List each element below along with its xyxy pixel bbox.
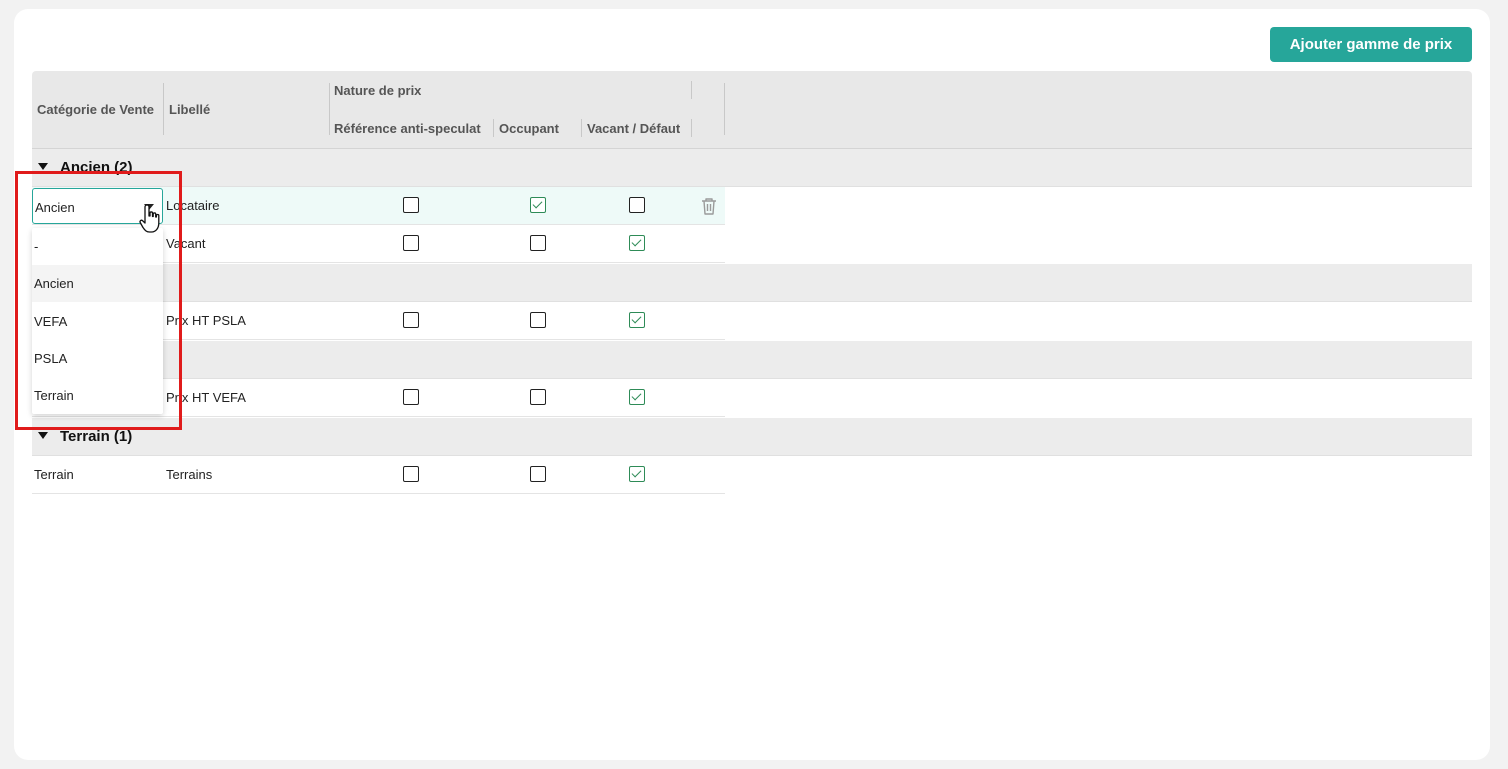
occupant-checkbox[interactable] bbox=[530, 466, 546, 482]
group-label: Ancien (2) bbox=[60, 159, 133, 176]
group-row-terrain[interactable]: Terrain (1) bbox=[32, 418, 1472, 456]
vacant-checkbox[interactable] bbox=[629, 312, 645, 328]
column-divider bbox=[329, 83, 330, 135]
table-row[interactable]: Terrain Terrains bbox=[32, 456, 725, 494]
add-price-range-button[interactable]: Ajouter gamme de prix bbox=[1270, 27, 1472, 62]
dropdown-option[interactable]: Terrain bbox=[32, 377, 163, 414]
occupant-checkbox[interactable] bbox=[530, 312, 546, 328]
categorie-dropdown-list: - Ancien VEFA PSLA Terrain bbox=[32, 228, 163, 414]
group-row-psla[interactable] bbox=[32, 264, 1472, 302]
libelle-cell: Prix HT PSLA bbox=[166, 313, 246, 328]
column-divider bbox=[691, 119, 692, 137]
vacant-checkbox[interactable] bbox=[629, 389, 645, 405]
column-divider bbox=[581, 119, 582, 137]
group-row-ancien[interactable]: Ancien (2) bbox=[32, 149, 1472, 187]
vacant-checkbox[interactable] bbox=[629, 235, 645, 251]
vacant-checkbox[interactable] bbox=[629, 197, 645, 213]
header-reference[interactable]: Référence anti-speculat bbox=[334, 121, 491, 136]
chevron-down-icon[interactable] bbox=[144, 204, 154, 210]
column-divider bbox=[493, 119, 494, 137]
dropdown-option[interactable]: PSLA bbox=[32, 340, 163, 377]
column-divider bbox=[691, 81, 692, 99]
table-header: Catégorie de Vente Libellé Nature de pri… bbox=[32, 71, 1472, 149]
header-nature-de-prix: Nature de prix bbox=[334, 83, 422, 98]
libelle-cell: Prix HT VEFA bbox=[166, 390, 246, 405]
group-row-vefa[interactable] bbox=[32, 341, 1472, 379]
libelle-cell: Terrains bbox=[166, 467, 213, 482]
reference-checkbox[interactable] bbox=[403, 235, 419, 251]
categorie-select[interactable]: Ancien bbox=[32, 188, 163, 224]
vacant-checkbox[interactable] bbox=[629, 466, 645, 482]
group-label: Terrain (1) bbox=[60, 428, 133, 445]
column-divider bbox=[163, 83, 164, 135]
dropdown-option[interactable]: VEFA bbox=[32, 303, 163, 340]
header-libelle[interactable]: Libellé bbox=[169, 102, 210, 117]
select-value: Ancien bbox=[35, 200, 75, 215]
caret-down-icon[interactable] bbox=[38, 163, 48, 170]
categorie-cell: Terrain bbox=[34, 467, 74, 482]
occupant-checkbox[interactable] bbox=[530, 197, 546, 213]
caret-down-icon[interactable] bbox=[38, 432, 48, 439]
dropdown-option[interactable]: - bbox=[32, 228, 163, 265]
header-occupant[interactable]: Occupant bbox=[499, 121, 559, 136]
occupant-checkbox[interactable] bbox=[530, 389, 546, 405]
occupant-checkbox[interactable] bbox=[530, 235, 546, 251]
reference-checkbox[interactable] bbox=[403, 197, 419, 213]
dropdown-option[interactable]: Ancien bbox=[32, 265, 163, 302]
libelle-cell: Vacant bbox=[166, 236, 206, 251]
libelle-cell: Locataire bbox=[166, 198, 220, 213]
reference-checkbox[interactable] bbox=[403, 466, 419, 482]
column-divider bbox=[724, 83, 725, 135]
reference-checkbox[interactable] bbox=[403, 389, 419, 405]
reference-checkbox[interactable] bbox=[403, 312, 419, 328]
header-vacant[interactable]: Vacant / Défaut bbox=[587, 121, 680, 136]
header-categorie[interactable]: Catégorie de Vente bbox=[37, 102, 161, 117]
trash-icon[interactable] bbox=[700, 196, 718, 216]
